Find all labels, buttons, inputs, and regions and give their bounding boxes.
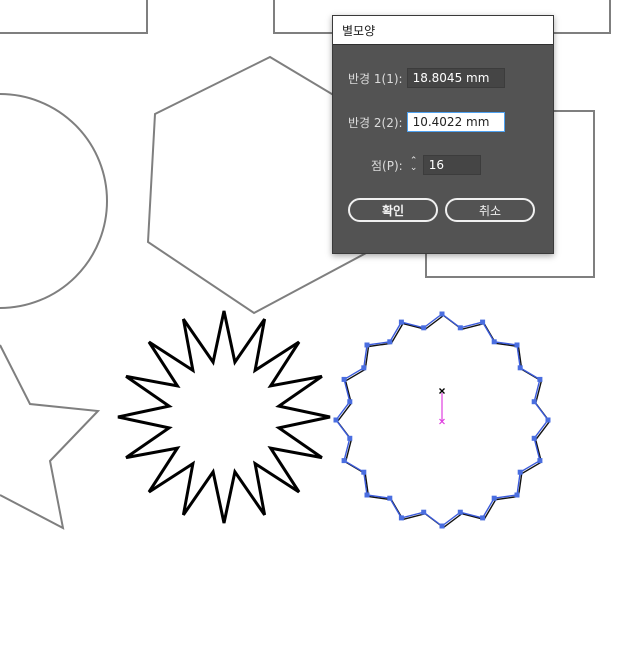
- anchor-point[interactable]: [439, 311, 445, 317]
- anchor-point[interactable]: [361, 469, 367, 475]
- anchor-point[interactable]: [421, 509, 427, 515]
- circle-shape[interactable]: [0, 93, 108, 309]
- anchor-point[interactable]: [341, 458, 347, 464]
- rectangle-shape-top-left[interactable]: [0, 0, 148, 34]
- anchor-point[interactable]: [480, 515, 486, 521]
- anchor-point[interactable]: [364, 492, 370, 498]
- anchor-point[interactable]: [531, 399, 537, 405]
- anchor-point[interactable]: [387, 339, 393, 345]
- anchor-point[interactable]: [480, 319, 486, 325]
- anchor-point[interactable]: [421, 325, 427, 331]
- ok-button[interactable]: 확인: [348, 198, 438, 222]
- points-row: 점(P): ⌃ ⌄ 16: [371, 155, 481, 175]
- radius2-row: 반경 2(2): 10.4022 mm: [348, 112, 505, 132]
- radius1-input[interactable]: 18.8045 mm: [406, 68, 505, 88]
- anchor-point[interactable]: [514, 342, 520, 348]
- anchor-point[interactable]: [333, 417, 339, 423]
- anchor-point[interactable]: [531, 435, 537, 441]
- anchor-point[interactable]: [341, 376, 347, 382]
- dialog-title: 별모양: [342, 23, 376, 38]
- star-shape-selected[interactable]: [333, 311, 551, 529]
- anchor-point[interactable]: [457, 325, 463, 331]
- anchor-point[interactable]: [364, 342, 370, 348]
- cancel-button[interactable]: 취소: [445, 198, 535, 222]
- anchor-point[interactable]: [439, 523, 445, 529]
- anchor-point[interactable]: [347, 399, 353, 405]
- radius2-input[interactable]: 10.4022 mm: [406, 112, 505, 132]
- radius2-label: 반경 2(2):: [348, 115, 403, 130]
- anchor-point[interactable]: [491, 495, 497, 501]
- anchor-point[interactable]: [398, 319, 404, 325]
- up-down-chevron-icon[interactable]: ⌃ ⌄: [407, 155, 421, 175]
- anchor-point[interactable]: [361, 365, 367, 371]
- anchor-point[interactable]: [347, 435, 353, 441]
- anchor-point[interactable]: [398, 515, 404, 521]
- dialog-titlebar[interactable]: 별모양: [333, 16, 553, 45]
- anchor-point[interactable]: [517, 365, 523, 371]
- radius1-row: 반경 1(1): 18.8045 mm: [348, 68, 505, 88]
- anchor-point[interactable]: [537, 458, 543, 464]
- anchor-point[interactable]: [387, 495, 393, 501]
- points-input[interactable]: 16: [422, 155, 481, 175]
- anchor-point[interactable]: [517, 469, 523, 475]
- star-shape-partial[interactable]: [0, 344, 101, 530]
- anchor-point[interactable]: [537, 376, 543, 382]
- anchor-point[interactable]: [514, 492, 520, 498]
- star-dialog: 별모양 반경 1(1): 18.8045 mm 반경 2(2): 10.4022…: [332, 15, 554, 254]
- star-shape-black[interactable]: [117, 310, 331, 524]
- anchor-point[interactable]: [457, 509, 463, 515]
- x-mark-icon: [439, 388, 445, 394]
- radius1-label: 반경 1(1):: [348, 71, 403, 86]
- points-label: 점(P):: [371, 158, 403, 173]
- anchor-point[interactable]: [491, 339, 497, 345]
- anchor-point[interactable]: [545, 417, 551, 423]
